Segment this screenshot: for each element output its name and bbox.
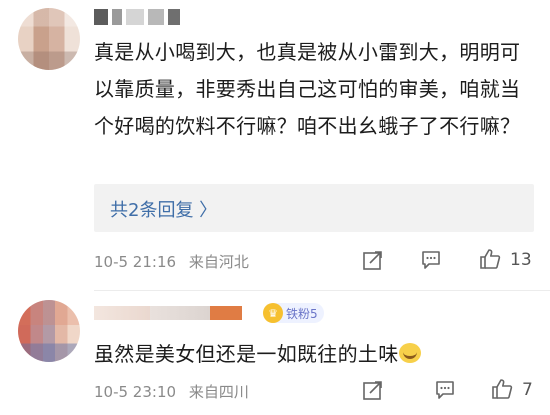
like-count: 7 — [522, 380, 533, 400]
timestamp: 10-5 21:16 — [94, 253, 177, 271]
username-blurred[interactable] — [94, 306, 242, 320]
like-icon[interactable] — [490, 377, 514, 401]
avatar[interactable] — [18, 300, 80, 362]
share-icon[interactable] — [362, 249, 384, 271]
share-icon[interactable] — [362, 379, 384, 401]
like-icon[interactable] — [478, 247, 502, 271]
divider — [94, 290, 550, 291]
fan-badge-label: 铁粉5 — [286, 306, 318, 321]
comment-icon[interactable] — [420, 249, 442, 271]
comment-icon[interactable] — [434, 379, 456, 401]
comment-text: 虽然是美女但还是一如既往的土味 — [94, 342, 399, 366]
comment-meta: 10-5 23:10 来自四川 — [94, 381, 257, 402]
location: 来自四川 — [188, 383, 249, 401]
like-count: 13 — [510, 250, 532, 270]
location: 来自河北 — [188, 253, 249, 271]
username-blurred[interactable] — [94, 6, 180, 28]
avatar[interactable] — [18, 8, 80, 70]
timestamp: 10-5 23:10 — [94, 383, 177, 401]
fan-badge: ♛ 铁粉5 — [263, 303, 324, 323]
view-replies-link[interactable]: 共2条回复 〉 — [110, 196, 217, 222]
comment-meta: 10-5 21:16 来自河北 — [94, 251, 257, 272]
crown-icon: ♛ — [263, 303, 283, 323]
reply-box[interactable]: 共2条回复 〉 — [94, 184, 534, 232]
laughing-emoji-icon — [398, 343, 421, 363]
comment-text-row: 虽然是美女但还是一如既往的土味 — [94, 336, 534, 373]
comment-text: 真是从小喝到大，也真是被从小雷到大，明明可以靠质量，非要秀出自己这可怕的审美，咱… — [94, 40, 521, 138]
